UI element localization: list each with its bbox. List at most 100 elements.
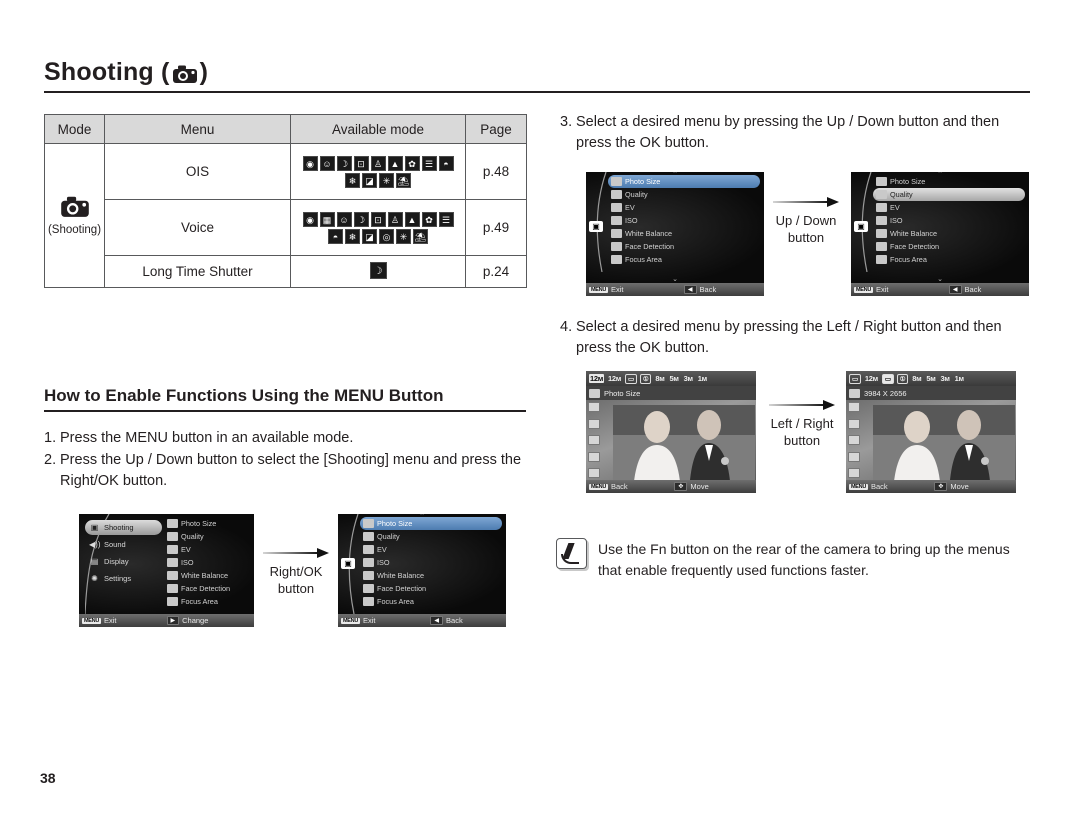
- sidebar-item-settings[interactable]: ✺ Settings: [85, 571, 162, 586]
- menu-item-white-balance[interactable]: White Balance: [608, 227, 760, 240]
- page-ref-cell: p.49: [465, 199, 527, 256]
- menu-item-label: ISO: [625, 216, 638, 225]
- main-menu-tab-column: ▣ Shooting ◀)) Sound ▤ Display ✺ Setting…: [79, 514, 162, 614]
- sidebar-item-sound[interactable]: ◀)) Sound: [85, 537, 162, 552]
- menu-item-quality[interactable]: Quality: [873, 188, 1025, 201]
- resolution-option-0[interactable]: 12ᴍ: [589, 374, 604, 383]
- resolution-option-3[interactable]: ①: [639, 373, 652, 384]
- focus-area-icon[interactable]: [848, 468, 860, 478]
- menu-item-photo-size[interactable]: Photo Size: [360, 517, 502, 530]
- iso-icon[interactable]: [848, 418, 860, 429]
- resolution-option-5[interactable]: 5ᴍ: [669, 374, 680, 383]
- sidebar-item-display[interactable]: ▤ Display: [85, 554, 162, 569]
- sidebar-item-shooting[interactable]: ▣ Shooting: [85, 520, 162, 535]
- menu-item-ev[interactable]: EV: [164, 543, 250, 556]
- resolution-option-bar: ▭ 12ᴍ ▭ ① 8ᴍ 5ᴍ 3ᴍ 1ᴍ: [846, 371, 1016, 386]
- focus-area-icon: [611, 255, 622, 264]
- menu-item-focus-area[interactable]: Focus Area: [608, 253, 760, 266]
- resolution-option-2[interactable]: ▭: [625, 373, 637, 384]
- menu-item-photo-size[interactable]: Photo Size: [873, 175, 1025, 188]
- menu-item-focus-area[interactable]: Focus Area: [360, 595, 502, 608]
- resolution-option-0[interactable]: ▭: [849, 373, 861, 384]
- resolution-option-1[interactable]: 12ᴍ: [607, 374, 622, 383]
- menu-item-iso[interactable]: ISO: [360, 556, 502, 569]
- menu-item-focus-area[interactable]: Focus Area: [873, 253, 1025, 266]
- arrow-up-down: Up / Down button: [766, 197, 846, 246]
- menu-item-label: Face Detection: [377, 584, 427, 593]
- resolution-option-5[interactable]: 5ᴍ: [925, 374, 936, 383]
- menu-item-ev[interactable]: EV: [608, 201, 760, 214]
- mode-icon-auto: ◉: [302, 155, 318, 171]
- scroll-up-indicator: ⌃: [937, 172, 943, 178]
- submenu-item-column: ⌃ Photo Size Quality EV ISO White Balanc…: [338, 514, 506, 614]
- scroll-up-indicator: ⌃: [419, 514, 425, 520]
- resolution-option-3[interactable]: ①: [896, 373, 909, 384]
- resolution-option-2[interactable]: ▭: [881, 373, 894, 384]
- menu-item-ev[interactable]: EV: [873, 201, 1025, 214]
- left-arrow-key-icon: ◀: [683, 285, 697, 294]
- menu-key-badge: MENU: [589, 286, 608, 293]
- gear-icon: ✺: [91, 573, 98, 583]
- white-balance-icon[interactable]: [588, 435, 600, 445]
- menu-item-face-detection[interactable]: Face Detection: [873, 240, 1025, 253]
- white-balance-icon: [611, 229, 622, 238]
- available-icons-cell: ☽: [290, 255, 466, 288]
- resolution-option-7[interactable]: 1ᴍ: [954, 374, 965, 383]
- menu-key-badge: MENU: [82, 617, 101, 624]
- mode-icon-dawn: ❄: [345, 172, 360, 188]
- menu-item-focus-area[interactable]: Focus Area: [164, 595, 250, 608]
- mode-icon-night: ☽: [336, 155, 352, 171]
- menu-item-white-balance[interactable]: White Balance: [873, 227, 1025, 240]
- menu-item-label: White Balance: [890, 229, 938, 238]
- quality-icon: [876, 190, 887, 199]
- menu-item-label: EV: [377, 545, 387, 554]
- sidebar-item-label: Shooting: [104, 523, 134, 532]
- bottom-action-label: Move: [690, 482, 709, 491]
- menu-item-quality[interactable]: Quality: [360, 530, 502, 543]
- menu-item-photo-size[interactable]: Photo Size: [164, 517, 250, 530]
- menu-item-face-detection[interactable]: Face Detection: [164, 582, 250, 595]
- menu-item-photo-size[interactable]: Photo Size: [608, 175, 760, 188]
- white-balance-icon: [167, 571, 178, 580]
- lcd-submenu-screen-a: ▣ ⌃ Photo Size Quality EV ISO White Bala…: [586, 172, 764, 296]
- sample-photo-subjects: [873, 404, 1016, 480]
- section-divider: [44, 410, 526, 412]
- step-1: 1. Press the MENU button in an available…: [44, 428, 544, 449]
- left-arrow-key-icon: ◀: [948, 285, 962, 294]
- menu-item-label: Focus Area: [377, 597, 414, 606]
- quality-icon: [611, 190, 622, 199]
- face-detection-icon[interactable]: [588, 451, 600, 462]
- resolution-option-1[interactable]: 12ᴍ: [864, 374, 879, 383]
- photo-size-icon: [611, 177, 622, 186]
- menu-name-cell: Voice: [104, 199, 291, 256]
- menu-item-iso[interactable]: ISO: [873, 214, 1025, 227]
- move-pad-icon: ✥: [934, 482, 948, 491]
- iso-icon: [876, 216, 887, 225]
- resolution-option-4[interactable]: 8ᴍ: [911, 374, 922, 383]
- resolution-option-6[interactable]: 3ᴍ: [683, 374, 694, 383]
- mode-icon-text: ☰: [438, 211, 454, 227]
- photo-size-icon: [876, 177, 887, 186]
- menu-item-face-detection[interactable]: Face Detection: [608, 240, 760, 253]
- iso-icon[interactable]: [588, 418, 600, 429]
- menu-item-white-balance[interactable]: White Balance: [360, 569, 502, 582]
- white-balance-icon[interactable]: [848, 435, 860, 445]
- menu-item-iso[interactable]: ISO: [608, 214, 760, 227]
- resolution-option-4[interactable]: 8ᴍ: [654, 374, 665, 383]
- mode-icon-movie: ▦: [319, 211, 335, 227]
- menu-item-quality[interactable]: Quality: [608, 188, 760, 201]
- menu-item-white-balance[interactable]: White Balance: [164, 569, 250, 582]
- focus-area-icon[interactable]: [588, 468, 600, 478]
- resolution-option-6[interactable]: 3ᴍ: [939, 374, 950, 383]
- bottom-action-label: Back: [964, 285, 982, 294]
- menu-item-ev[interactable]: EV: [360, 543, 502, 556]
- resolution-option-7[interactable]: 1ᴍ: [697, 374, 708, 383]
- menu-item-iso[interactable]: ISO: [164, 556, 250, 569]
- ev-icon[interactable]: [588, 402, 600, 412]
- mode-icon-landscape: ▲: [404, 211, 420, 227]
- preview-photo: [846, 400, 1016, 480]
- face-detection-icon[interactable]: [848, 451, 860, 462]
- ev-icon[interactable]: [848, 402, 860, 412]
- menu-item-quality[interactable]: Quality: [164, 530, 250, 543]
- menu-item-face-detection[interactable]: Face Detection: [360, 582, 502, 595]
